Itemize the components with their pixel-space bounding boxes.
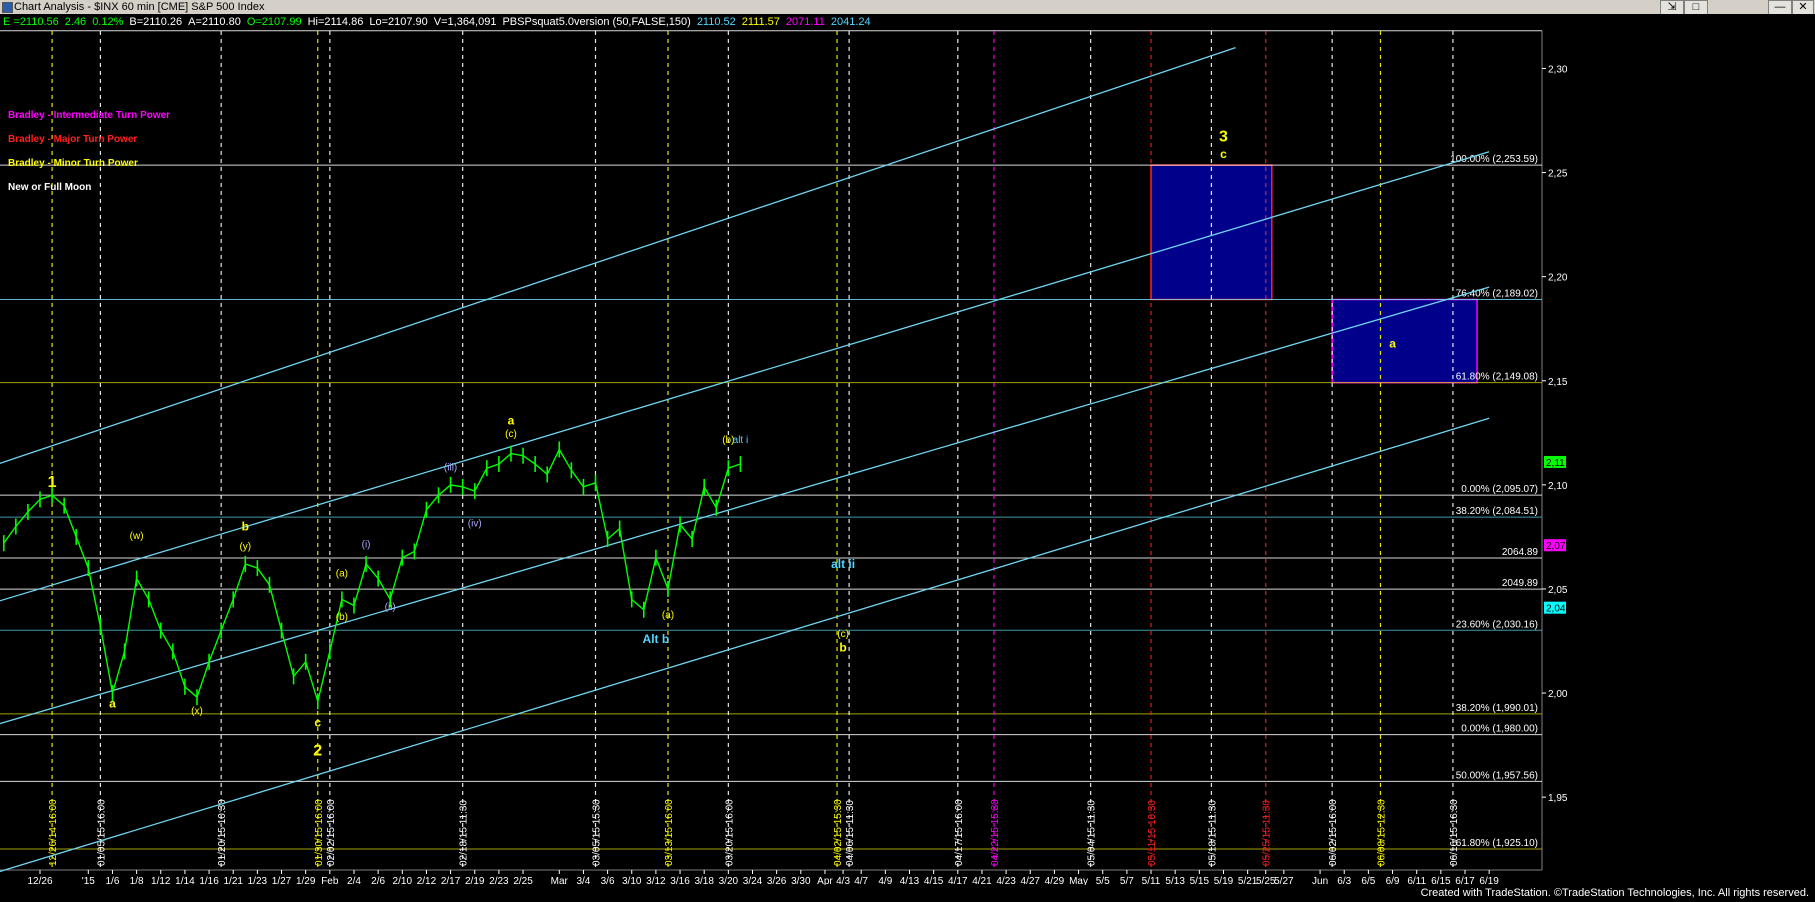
bradley-turn-label: 04/22/15 15:30 (990, 799, 1001, 866)
fib-level-label: 50.00% (1,957.56) (1456, 770, 1538, 781)
wave-label: (c) (505, 429, 517, 440)
wave-label: a (1389, 336, 1396, 350)
quote-field: E =2110.56 (3, 16, 59, 28)
y-tick-label: 2,00 (1548, 689, 1568, 700)
wave-label: 1 (48, 474, 57, 491)
bradley-turn-label: 01/05/15 16:00 (96, 799, 107, 866)
quote-field: B=2110.26 (129, 16, 183, 28)
quote-field: 2.46 (64, 16, 87, 28)
window-titlebar[interactable]: Chart Analysis - $INX 60 min [CME] S&P 5… (0, 0, 1815, 15)
wave-label: 3 (1219, 128, 1228, 145)
wave-label: (w) (130, 531, 144, 542)
bradley-turn-label: 05/04/15 11:30 (1087, 800, 1098, 866)
fib-level-label: 38.20% (2,084.51) (1456, 506, 1538, 517)
chart-background (0, 0, 1815, 902)
wave-label: (a) (336, 568, 348, 579)
y-tick-label: 2,30 (1548, 64, 1568, 75)
wave-label: a (109, 697, 116, 711)
bradley-turn-label: 03/05/15 15:30 (592, 799, 603, 866)
bradley-turn-label: 02/18/15 11:30 (459, 800, 470, 866)
y-tick-label: 1,95 (1548, 793, 1568, 804)
legend-entry: Bradley - Intermediate Turn Power (8, 110, 170, 121)
quote-info-bar: E =2110.56 2.46 0.12% B=2110.26 A=2110.80 O=2… (0, 14, 1815, 30)
bradley-turn-label: 02/02/15 16:00 (326, 799, 337, 866)
wave-label: (y) (239, 541, 251, 552)
legend-entry: Bradley - Major Turn Power (8, 134, 137, 145)
wave-label: 2 (313, 742, 322, 759)
price-marker-label: 2,11 (1546, 458, 1565, 469)
bradley-turn-label: 05/18/15 11:30 (1207, 800, 1218, 866)
price-chart[interactable]: 123.60% (2,318.10)100.00% (2,253.59)76.4… (0, 0, 1815, 902)
quote-field: O=2107.99 (246, 16, 302, 28)
bradley-turn-label: 01/20/15 10:30 (217, 799, 228, 866)
price-marker-label: 2,04 (1546, 604, 1566, 615)
bradley-turn-label: 06/02/15 16:00 (1328, 799, 1339, 866)
bradley-turn-label: 06/08/15 12:30 (1376, 799, 1387, 866)
quote-field: 2110.52 (696, 16, 736, 28)
quote-field: 0.12% (92, 16, 124, 28)
fib-level-label: 61.80% (1,925.10) (1456, 838, 1538, 849)
fib-level-label: 0.00% (2,095.07) (1461, 484, 1538, 495)
wave-label: b (242, 520, 249, 534)
wave-label: b (839, 640, 846, 654)
tradestation-credit: Created with TradeStation. ©TradeStation… (1420, 887, 1809, 899)
bradley-turn-label: 04/17/15 16:00 (954, 799, 965, 866)
y-tick-label: 2,10 (1548, 481, 1568, 492)
fib-level-label: 2064.89 (1502, 547, 1539, 558)
legend-entry: Bradley - Minor Turn Power (8, 158, 138, 169)
restore-icon[interactable]: ⇲ (1660, 0, 1684, 15)
wave-label: (a) (662, 610, 674, 621)
legend-entry: New or Full Moon (8, 182, 91, 193)
y-tick-label: 2,15 (1548, 377, 1568, 388)
y-tick-label: 2,20 (1548, 273, 1568, 284)
price-marker-label: 2,07 (1546, 541, 1566, 552)
wave-label: (c) (837, 629, 849, 640)
bradley-turn-label: 03/13/15 16:00 (664, 799, 675, 866)
minimize-icon[interactable]: — (1768, 0, 1792, 15)
fib-level-label: 2049.89 (1502, 578, 1539, 589)
quote-field: 2041.24 (830, 16, 871, 28)
quote-field: PBSPsquat5.0version (50,FALSE,150) (502, 16, 691, 28)
wave-label: (b) (336, 612, 348, 623)
wave-label: (i) (362, 539, 371, 550)
quote-field: A=2110.80 (188, 16, 241, 28)
y-tick-label: 2,05 (1548, 585, 1568, 596)
wave-label: (ii) (385, 602, 396, 613)
maximize-icon[interactable]: □ (1684, 0, 1708, 15)
wave-label: (iii) (444, 462, 457, 473)
window-title: Chart Analysis - $INX 60 min [CME] S&P 5… (14, 1, 265, 13)
bradley-turn-label: 06/16/15 16:30 (1449, 799, 1460, 866)
close-icon[interactable]: ✕ (1792, 0, 1814, 15)
quote-field: V=1,364,091 (433, 16, 497, 28)
wave-label: c (314, 715, 321, 729)
wave-label: (x) (191, 706, 203, 717)
wave-label: Alt b (643, 632, 670, 646)
fib-level-label: 23.60% (2,030.16) (1456, 619, 1538, 630)
fib-level-label: 61.80% (2,149.08) (1456, 372, 1538, 383)
app-icon (2, 2, 13, 13)
quote-field: Hi=2114.86 (307, 16, 364, 28)
bradley-turn-label: 05/11/15 10:30 (1147, 800, 1158, 866)
wave-label: alt ii (831, 557, 855, 571)
quote-field: Lo=2107.90 (369, 16, 428, 28)
wave-label: alt i (733, 435, 749, 446)
wave-label: c (1220, 147, 1227, 161)
wave-label: a (508, 413, 515, 427)
bradley-turn-label: 01/30/15 16:00 (314, 799, 325, 866)
bradley-turn-label: 05/25/15 11:30 (1262, 800, 1273, 866)
footer: Created with TradeStation. ©TradeStation… (0, 885, 1815, 902)
fib-level-label: 38.20% (1,990.01) (1456, 703, 1538, 714)
bradley-turn-label: 04/06/15 11:30 (845, 800, 856, 866)
y-tick-label: 2,25 (1548, 169, 1568, 180)
wave-label: (iv) (468, 518, 482, 529)
fib-level-label: 76.40% (2,189.02) (1456, 289, 1538, 300)
quote-field: 2111.57 (741, 16, 780, 28)
fib-level-label: 0.00% (1,980.00) (1461, 724, 1538, 735)
quote-field: 2071.11 (785, 16, 825, 28)
bradley-turn-label: 04/02/15 15:30 (833, 799, 844, 866)
bradley-turn-label: 03/20/15 16:00 (724, 799, 735, 866)
